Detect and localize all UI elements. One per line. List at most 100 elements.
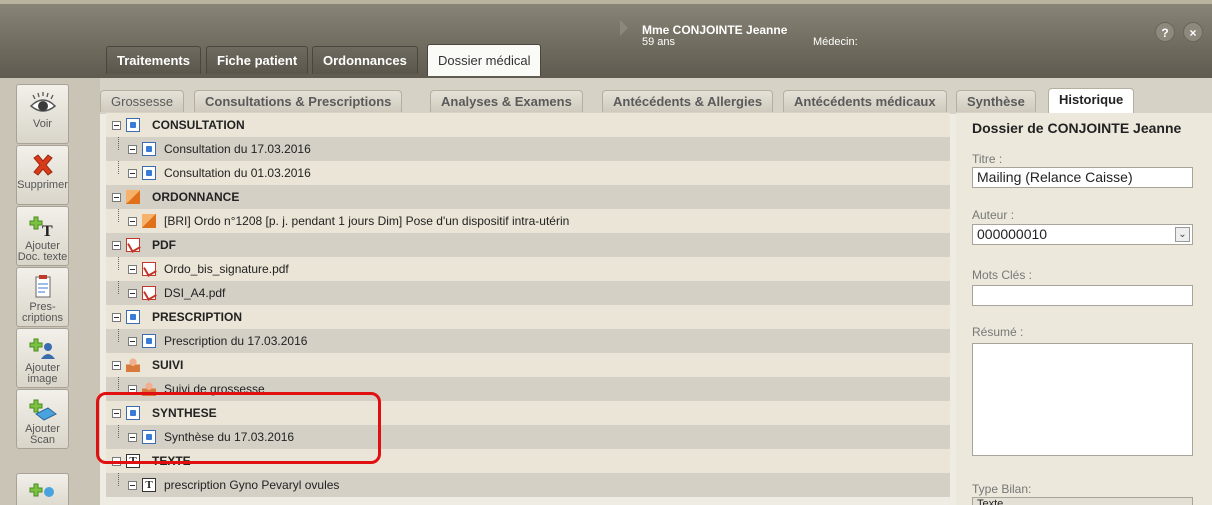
app-header: Traitements Fiche patient Ordonnances Do… bbox=[0, 0, 1212, 78]
tree-category[interactable]: ORDONNANCE bbox=[106, 185, 950, 209]
tree-category[interactable]: SYNTHESE bbox=[106, 401, 950, 425]
collapse-toggle-icon[interactable] bbox=[112, 121, 121, 130]
tree-category-label: PDF bbox=[152, 238, 176, 252]
titre-input[interactable]: Mailing (Relance Caisse) bbox=[972, 167, 1193, 188]
tab-fiche-patient[interactable]: Fiche patient bbox=[206, 46, 309, 74]
svg-text:T: T bbox=[42, 223, 53, 240]
tree-item[interactable]: Prescription du 17.03.2016 bbox=[106, 329, 950, 353]
prescriptions-button[interactable]: Pres-criptions bbox=[16, 267, 69, 327]
add-image-button[interactable]: Ajouter image bbox=[16, 328, 69, 388]
close-button[interactable]: × bbox=[1183, 22, 1203, 42]
tree-connector bbox=[118, 161, 119, 174]
auteur-label: Auteur : bbox=[972, 208, 1015, 222]
delete-label: Supprimer bbox=[17, 179, 68, 191]
delete-x-icon bbox=[17, 150, 68, 180]
auteur-value: 000000010 bbox=[977, 226, 1048, 242]
tab-antecedents-allergies[interactable]: Antécédents & Allergies bbox=[602, 90, 774, 112]
collapse-toggle-icon[interactable] bbox=[112, 241, 121, 250]
collapse-toggle-icon[interactable] bbox=[128, 385, 137, 394]
tree-item[interactable]: Synthèse du 17.03.2016 bbox=[106, 425, 950, 449]
tab-traitements[interactable]: Traitements bbox=[106, 46, 201, 74]
resume-label: Résumé : bbox=[972, 325, 1024, 339]
pdf-icon bbox=[126, 238, 140, 252]
resume-textarea[interactable] bbox=[972, 343, 1193, 456]
tree-item-label: [BRI] Ordo n°1208 [p. j. pendant 1 jours… bbox=[164, 214, 570, 228]
tree-item[interactable]: Suivi de grossesse bbox=[106, 377, 950, 401]
collapse-toggle-icon[interactable] bbox=[112, 193, 121, 202]
collapse-toggle-icon[interactable] bbox=[112, 361, 121, 370]
doc-icon bbox=[142, 430, 156, 444]
main-panel: Grossesse Consultations & Prescriptions … bbox=[100, 78, 1212, 505]
doc-icon bbox=[142, 334, 156, 348]
texte-icon: T bbox=[126, 454, 140, 468]
tab-grossesse[interactable]: Grossesse bbox=[100, 90, 185, 112]
view-button[interactable]: Voir bbox=[16, 84, 69, 144]
type-bilan-select[interactable]: Texte bbox=[972, 497, 1193, 505]
tab-consultations-prescriptions[interactable]: Consultations & Prescriptions bbox=[194, 90, 403, 112]
breadcrumb-arrow-icon bbox=[620, 20, 628, 36]
tree-item-label: Suivi de grossesse bbox=[164, 382, 265, 396]
tree-item-label: DSI_A4.pdf bbox=[164, 286, 226, 300]
tab-analyses-examens[interactable]: Analyses & Examens bbox=[430, 90, 583, 112]
tree-category[interactable]: T TEXTE bbox=[106, 449, 950, 473]
tree-connector bbox=[118, 329, 119, 342]
patient-age: 59 ans bbox=[642, 36, 676, 48]
collapse-toggle-icon[interactable] bbox=[112, 313, 121, 322]
tree-category-label: PRESCRIPTION bbox=[152, 310, 243, 324]
collapse-toggle-icon[interactable] bbox=[128, 433, 137, 442]
collapse-toggle-icon[interactable] bbox=[128, 289, 137, 298]
tab-dossier-medical[interactable]: Dossier médical bbox=[427, 44, 542, 76]
tree-connector bbox=[118, 257, 119, 270]
tree-item-label: Prescription du 17.03.2016 bbox=[164, 334, 308, 348]
tree-connector bbox=[118, 473, 119, 486]
collapse-toggle-icon[interactable] bbox=[128, 217, 137, 226]
titre-label: Titre : bbox=[972, 152, 1003, 166]
doc-icon bbox=[142, 166, 156, 180]
ordonnance-icon bbox=[142, 214, 156, 228]
help-button[interactable]: ? bbox=[1155, 22, 1175, 42]
patient-name: Mme CONJOINTE Jeanne bbox=[642, 23, 788, 37]
delete-button[interactable]: Supprimer bbox=[16, 145, 69, 205]
tree-item-label: Synthèse du 17.03.2016 bbox=[164, 430, 295, 444]
auteur-select[interactable]: 000000010 ⌄ bbox=[972, 224, 1193, 245]
chevron-down-icon[interactable]: ⌄ bbox=[1175, 227, 1190, 242]
tree-category[interactable]: PDF bbox=[106, 233, 950, 257]
collapse-toggle-icon[interactable] bbox=[128, 337, 137, 346]
tree-item[interactable]: [BRI] Ordo n°1208 [p. j. pendant 1 jours… bbox=[106, 209, 950, 233]
tree-category-label: ORDONNANCE bbox=[152, 190, 240, 204]
tree-item[interactable]: Tprescription Gyno Pevaryl ovules bbox=[106, 473, 950, 497]
tree-item[interactable]: Consultation du 01.03.2016 bbox=[106, 161, 950, 185]
tree-category[interactable]: PRESCRIPTION bbox=[106, 305, 950, 329]
tree-item[interactable]: Ordo_bis_signature.pdf bbox=[106, 257, 950, 281]
suivi-icon bbox=[142, 382, 156, 396]
collapse-toggle-icon[interactable] bbox=[128, 265, 137, 274]
tree-item[interactable]: DSI_A4.pdf bbox=[106, 281, 950, 305]
add-text-doc-icon: T bbox=[17, 211, 68, 241]
suivi-icon bbox=[126, 358, 140, 372]
tree-item[interactable]: Consultation du 17.03.2016 bbox=[106, 137, 950, 161]
collapse-toggle-icon[interactable] bbox=[112, 409, 121, 418]
add-text-doc-button[interactable]: T Ajouter Doc. texte bbox=[16, 206, 69, 266]
tab-ordonnances[interactable]: Ordonnances bbox=[312, 46, 418, 74]
mots-cles-input[interactable] bbox=[972, 285, 1193, 306]
collapse-toggle-icon[interactable] bbox=[128, 169, 137, 178]
mots-cles-label: Mots Clés : bbox=[972, 268, 1033, 282]
tab-synthese[interactable]: Synthèse bbox=[956, 90, 1036, 112]
tree-category-label: SUIVI bbox=[152, 358, 184, 372]
add-more-button[interactable] bbox=[16, 473, 69, 505]
add-scan-button[interactable]: Ajouter Scan bbox=[16, 389, 69, 449]
tree-item-label: Ordo_bis_signature.pdf bbox=[164, 262, 289, 276]
collapse-toggle-icon[interactable] bbox=[112, 457, 121, 466]
tab-antecedents-medicaux[interactable]: Antécédents médicaux bbox=[783, 90, 947, 112]
tree-connector bbox=[118, 137, 119, 150]
collapse-toggle-icon[interactable] bbox=[128, 481, 137, 490]
eye-icon bbox=[17, 89, 68, 119]
collapse-toggle-icon[interactable] bbox=[128, 145, 137, 154]
tree-item-label: Consultation du 17.03.2016 bbox=[164, 142, 311, 156]
tab-historique[interactable]: Historique bbox=[1048, 88, 1135, 113]
tree-category[interactable]: CONSULTATION bbox=[106, 113, 950, 137]
tree-category[interactable]: SUIVI bbox=[106, 353, 950, 377]
doc-icon bbox=[126, 118, 140, 132]
left-toolbar: Voir Supprimer T Ajouter Doc. texte Pres… bbox=[0, 78, 100, 505]
tree-item-label: Consultation du 01.03.2016 bbox=[164, 166, 311, 180]
